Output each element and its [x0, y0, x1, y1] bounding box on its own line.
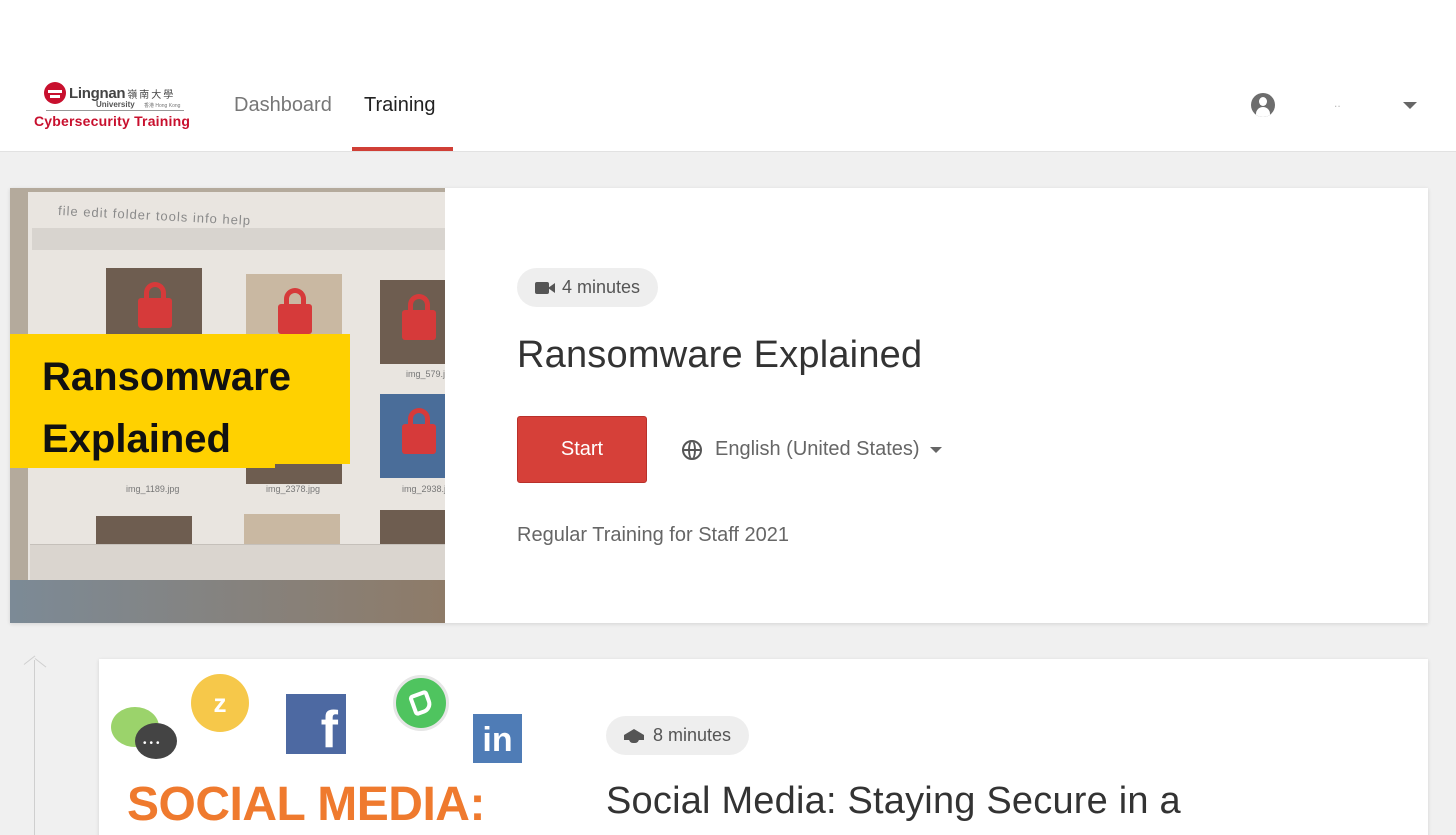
top-header: Lingnan 嶺南大學 University 香港 Hong Kong Cyb… — [0, 0, 1456, 152]
logo-chinese-name: 嶺南大學 — [127, 89, 176, 101]
start-button[interactable]: Start — [517, 416, 647, 483]
padlock-icon — [138, 282, 172, 328]
user-circle-icon[interactable] — [1251, 93, 1275, 117]
user-name[interactable]: .. — [1334, 96, 1341, 110]
chat-dots: ••• — [143, 738, 163, 749]
duration-text: 4 minutes — [562, 277, 641, 297]
video-camera-icon — [535, 281, 555, 294]
lingnan-emblem-icon — [44, 82, 66, 104]
active-tab-indicator — [352, 147, 453, 151]
logo-subtitle-small: 香港 Hong Kong — [144, 103, 181, 109]
training-title: Ransomware Explained — [517, 334, 923, 376]
padlock-icon — [402, 294, 436, 340]
training-set-name: Regular Training for Staff 2021 — [517, 524, 790, 546]
linkedin-icon: in — [473, 714, 522, 763]
thumbnail-status-strip — [30, 544, 445, 580]
logo-name: Lingnan — [69, 84, 126, 102]
whatsapp-icon — [393, 675, 449, 731]
thumbnail-caption: img_579.jpg — [406, 369, 445, 379]
training-card-ransomware: file edit folder tools info help img_579… — [10, 188, 1428, 623]
training-thumbnail: file edit folder tools info help img_579… — [10, 188, 445, 623]
user-menu-caret-icon[interactable] — [1403, 102, 1417, 109]
nav-training[interactable]: Training — [364, 94, 436, 117]
language-label: English (United States) — [715, 438, 920, 460]
logo-tagline: Cybersecurity Training — [34, 113, 191, 129]
thumbnail-file-tile — [96, 516, 192, 544]
thumbnail-file-tile — [244, 514, 340, 544]
thumbnail-caption: img_2378.jpg — [266, 484, 321, 494]
thumbnail-file-tile — [380, 394, 445, 478]
padlock-icon — [402, 408, 436, 454]
thumbnail-title: SOCIAL MEDIA: — [127, 778, 485, 831]
duration-badge: 8 minutes — [606, 716, 750, 755]
qzone-icon: z — [191, 674, 249, 732]
graduation-cap-icon — [624, 728, 644, 743]
padlock-icon — [278, 288, 312, 334]
nav-dashboard[interactable]: Dashboard — [234, 94, 332, 117]
thumbnail-caption: img_2938.jpg — [402, 484, 445, 494]
thumbnail-desk — [10, 580, 445, 623]
cap-base — [629, 736, 639, 743]
arrow-up-icon — [20, 658, 50, 674]
globe-icon — [682, 439, 702, 460]
thumbnail-file-tile — [380, 510, 445, 544]
thumbnail-file-tile — [380, 280, 445, 364]
thumbnail-caption: img_1189.jpg — [126, 484, 180, 494]
duration-text: 8 minutes — [653, 725, 732, 745]
logo-divider — [46, 110, 184, 111]
thumbnail-title: Ransomware Explained — [42, 355, 291, 461]
lingnan-logo[interactable]: Lingnan 嶺南大學 University 香港 Hong Kong Cyb… — [34, 80, 204, 132]
training-thumbnail: ••• z f in SOCIAL MEDIA: — [99, 659, 534, 835]
timeline-line — [34, 660, 35, 835]
facebook-icon: f — [286, 694, 346, 754]
thumbnail-menubar — [32, 228, 445, 250]
duration-badge: 4 minutes — [517, 268, 659, 307]
training-title: Social Media: Staying Secure in a — [606, 780, 1181, 822]
logo-subtitle: University — [96, 100, 135, 109]
training-card-social-media: ••• z f in SOCIAL MEDIA: 8 minutes Socia… — [99, 659, 1428, 835]
chevron-down-icon — [929, 446, 942, 453]
language-selector[interactable]: English (United States) — [682, 438, 942, 461]
